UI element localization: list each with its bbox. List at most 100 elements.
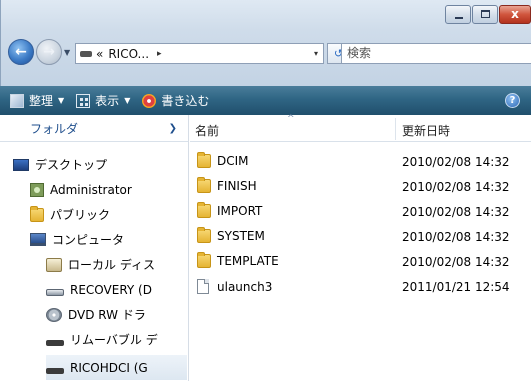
views-label: 表示 [95,94,120,108]
window-titlebar: x ← → ▼ « RICO... ▸ ▾ ↺ 検索 [0,0,531,86]
file-modified: 2010/02/08 14:32 [402,230,510,244]
column-header: 名前 ^ 更新日時 [190,114,531,142]
chevron-down-icon: ▼ [124,96,131,105]
computer-icon [30,233,46,246]
file-modified: 2011/01/21 12:54 [402,280,510,294]
maximize-icon [481,10,490,18]
chevron-down-icon: ▼ [58,96,65,105]
tree-item-dvd-rw[interactable]: DVD RW ドラ [46,302,187,327]
tree-item-ricohdci[interactable]: RICOHDCI (G [46,355,187,380]
folder-icon [197,152,211,168]
folder-icon [197,227,211,243]
file-name: TEMPLATE [217,254,279,268]
user-folder-icon [30,182,44,197]
close-icon: x [511,7,519,21]
recent-pages-dropdown-icon[interactable]: ▼ [64,48,70,57]
file-name-cell: TEMPLATE [197,252,279,268]
tree-item-label: デスクトップ [35,158,108,172]
views-icon [76,93,91,108]
tree-item-label: DVD RW ドラ [68,308,146,322]
maximize-button[interactable] [472,5,498,24]
folder-icon [197,177,211,193]
burn-label: 書き込む [161,94,210,108]
file-modified: 2010/02/08 14:32 [402,180,510,194]
burn-button[interactable]: 書き込む [142,92,209,109]
back-button[interactable]: ← [8,39,34,65]
search-placeholder: 検索 [347,46,372,60]
address-dropdown-icon[interactable]: ▾ [314,49,318,58]
tree-item-label: ローカル ディス [68,258,155,272]
breadcrumb-separator-icon[interactable]: ▸ [157,49,162,59]
search-input[interactable]: 検索 [341,43,531,64]
file-name-cell: DCIM [197,152,249,168]
file-row[interactable]: DCIM 2010/02/08 14:32 [190,149,531,174]
back-arrow-icon: ← [15,44,27,60]
tree-item-label: コンピュータ [52,233,125,247]
tree-item-label: パブリック [50,208,111,222]
chevron-down-icon: ❯ [168,123,177,134]
tree-item-desktop[interactable]: デスクトップ [13,152,187,177]
address-bar[interactable]: « RICO... ▸ ▾ [75,43,324,64]
help-icon: ? [509,95,516,106]
tree-item-label: リムーバブル デ [70,333,158,347]
drive-icon [46,289,64,296]
folders-header[interactable]: フォルダ ❯ [0,115,188,142]
column-header-modified[interactable]: 更新日時 [402,122,450,139]
desktop-icon [13,158,29,171]
file-name: IMPORT [217,204,263,218]
drive-icon [80,50,92,57]
forward-arrow-icon: → [43,44,55,60]
navigation-pane: フォルダ ❯ デスクトップ Administrator パブリック コンピュータ… [0,115,189,381]
breadcrumb-path[interactable]: RICO... [108,47,149,61]
file-row[interactable]: TEMPLATE 2010/02/08 14:32 [190,249,531,274]
folder-icon [30,205,44,222]
file-icon [197,279,209,294]
command-toolbar: 整理 ▼ 表示 ▼ 書き込む ? [0,86,531,115]
removable-drive-icon [46,339,64,346]
column-divider[interactable] [395,118,396,140]
file-row[interactable]: ulaunch3 2011/01/21 12:54 [190,274,531,299]
organize-icon [10,93,24,108]
close-button[interactable]: x [499,5,531,24]
minimize-icon [455,17,463,19]
file-name: ulaunch3 [217,279,273,294]
organize-label: 整理 [29,94,54,108]
tree-item-label: Administrator [50,182,132,197]
file-name-cell: FINISH [197,177,257,193]
minimize-button[interactable] [445,5,471,24]
folder-icon [197,202,211,218]
file-row[interactable]: SYSTEM 2010/02/08 14:32 [190,224,531,249]
file-row[interactable]: IMPORT 2010/02/08 14:32 [190,199,531,224]
file-name-cell: SYSTEM [197,227,265,243]
file-name: SYSTEM [217,229,265,243]
tree-item-administrator[interactable]: Administrator [30,177,187,202]
file-modified: 2010/02/08 14:32 [402,255,510,269]
views-menu-button[interactable]: 表示 ▼ [76,92,130,109]
folders-header-label: フォルダ [30,121,79,136]
tree-item-recovery[interactable]: RECOVERY (D [46,277,187,302]
file-name: FINISH [217,179,257,193]
dvd-drive-icon [46,307,62,322]
file-list: 名前 ^ 更新日時 DCIM 2010/02/08 14:32 FINISH 2… [190,114,531,381]
tree-item-public[interactable]: パブリック [30,202,187,227]
breadcrumb-overflow[interactable]: « [96,47,103,61]
file-row[interactable]: FINISH 2010/02/08 14:32 [190,174,531,199]
forward-button[interactable]: → [36,39,62,65]
tree-item-computer[interactable]: コンピュータ [30,227,187,252]
help-button[interactable]: ? [505,93,520,108]
sort-ascending-icon: ^ [287,114,295,124]
file-name-cell: IMPORT [197,202,263,218]
folder-icon [197,252,211,268]
file-modified: 2010/02/08 14:32 [402,205,510,219]
column-header-name[interactable]: 名前 [195,122,219,139]
tree-item-label: RECOVERY (D [70,282,152,297]
file-name-cell: ulaunch3 [197,279,272,294]
tree-item-local-disk[interactable]: ローカル ディス [46,252,187,277]
local-disk-icon [46,257,62,272]
burn-disc-icon [142,93,157,108]
organize-menu-button[interactable]: 整理 ▼ [10,92,64,109]
file-modified: 2010/02/08 14:32 [402,155,510,169]
tree-item-removable[interactable]: リムーバブル デ [46,327,187,352]
removable-drive-icon [46,367,64,374]
file-name: DCIM [217,154,249,168]
